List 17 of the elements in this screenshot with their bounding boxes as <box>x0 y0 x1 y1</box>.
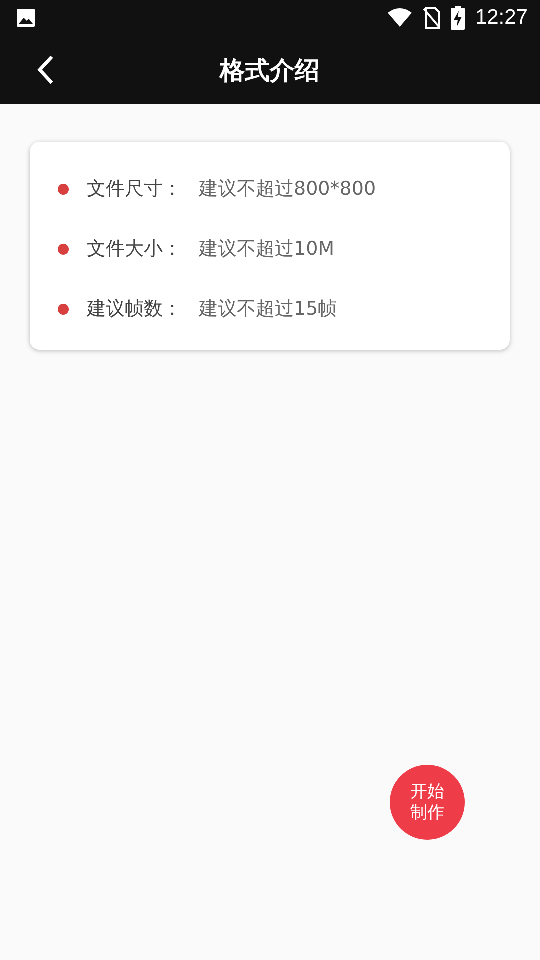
back-icon[interactable] <box>36 54 56 86</box>
status-time: 12:27 <box>475 6 528 30</box>
item-value: 建议不超过10M <box>199 237 335 262</box>
bullet-dot-icon <box>58 244 69 254</box>
start-create-button[interactable]: 开始 制作 <box>390 765 465 840</box>
bullet-dot-icon <box>58 304 69 314</box>
item-value: 建议不超过800*800 <box>199 177 376 202</box>
image-icon <box>16 8 36 28</box>
item-value: 建议不超过15帧 <box>199 297 338 322</box>
page-title: 格式介绍 <box>220 54 320 86</box>
item-label: 文件大小： <box>87 237 183 262</box>
wifi-icon <box>387 8 414 28</box>
no-sim-icon <box>423 7 442 29</box>
battery-charging-icon <box>451 6 466 30</box>
bullet-dot-icon <box>58 184 69 194</box>
item-label: 建议帧数： <box>87 297 183 322</box>
item-label: 文件尺寸： <box>87 177 183 202</box>
